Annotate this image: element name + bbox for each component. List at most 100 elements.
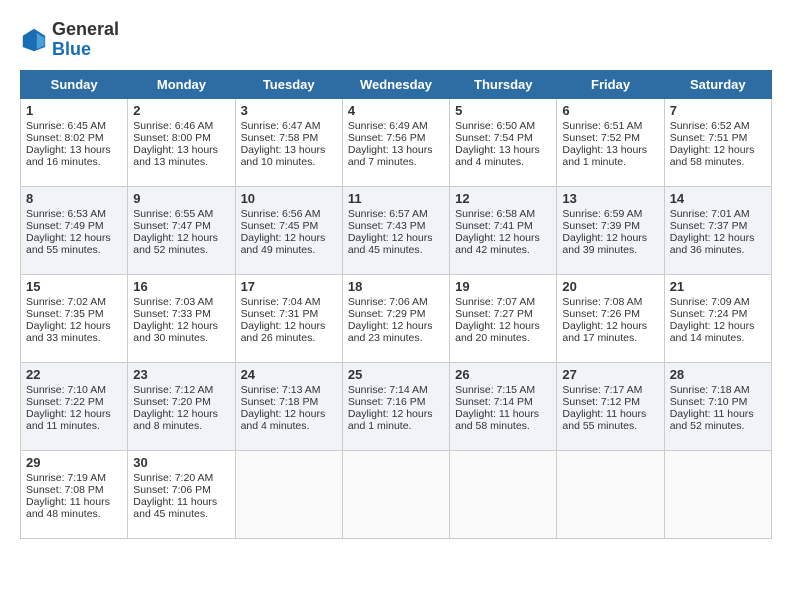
day-detail: Sunrise: 6:59 AM (562, 208, 658, 220)
day-detail: Daylight: 11 hours (26, 496, 122, 508)
day-detail: Sunrise: 6:46 AM (133, 120, 229, 132)
day-number: 25 (348, 367, 444, 382)
day-detail: Sunrise: 6:45 AM (26, 120, 122, 132)
day-detail: Daylight: 12 hours (241, 408, 337, 420)
calendar-week-row: 8Sunrise: 6:53 AMSunset: 7:49 PMDaylight… (21, 186, 772, 274)
day-detail: Sunrise: 7:20 AM (133, 472, 229, 484)
day-detail: and 8 minutes. (133, 420, 229, 432)
day-detail: Sunset: 7:39 PM (562, 220, 658, 232)
day-detail: Daylight: 12 hours (670, 144, 766, 156)
calendar-cell: 1Sunrise: 6:45 AMSunset: 8:02 PMDaylight… (21, 98, 128, 186)
day-detail: Sunrise: 7:15 AM (455, 384, 551, 396)
day-detail: Sunset: 7:41 PM (455, 220, 551, 232)
day-number: 16 (133, 279, 229, 294)
page-header: General Blue (20, 20, 772, 60)
day-detail: Daylight: 12 hours (348, 320, 444, 332)
day-detail: Sunrise: 7:09 AM (670, 296, 766, 308)
col-tuesday: Tuesday (235, 70, 342, 98)
day-detail: Sunset: 7:58 PM (241, 132, 337, 144)
col-monday: Monday (128, 70, 235, 98)
day-detail: and 4 minutes. (241, 420, 337, 432)
day-detail: Sunrise: 7:03 AM (133, 296, 229, 308)
day-detail: and 45 minutes. (133, 508, 229, 520)
day-detail: Daylight: 13 hours (562, 144, 658, 156)
day-detail: Sunset: 7:16 PM (348, 396, 444, 408)
day-detail: Sunrise: 6:56 AM (241, 208, 337, 220)
calendar-cell: 20Sunrise: 7:08 AMSunset: 7:26 PMDayligh… (557, 274, 664, 362)
calendar-cell: 13Sunrise: 6:59 AMSunset: 7:39 PMDayligh… (557, 186, 664, 274)
day-detail: Sunset: 7:45 PM (241, 220, 337, 232)
day-detail: Sunset: 7:35 PM (26, 308, 122, 320)
day-detail: and 49 minutes. (241, 244, 337, 256)
day-detail: Sunset: 7:31 PM (241, 308, 337, 320)
day-detail: and 36 minutes. (670, 244, 766, 256)
day-detail: and 52 minutes. (670, 420, 766, 432)
day-number: 23 (133, 367, 229, 382)
day-detail: Daylight: 12 hours (670, 232, 766, 244)
calendar-cell: 29Sunrise: 7:19 AMSunset: 7:08 PMDayligh… (21, 450, 128, 538)
day-number: 10 (241, 191, 337, 206)
day-number: 15 (26, 279, 122, 294)
calendar-cell: 14Sunrise: 7:01 AMSunset: 7:37 PMDayligh… (664, 186, 771, 274)
calendar-cell: 12Sunrise: 6:58 AMSunset: 7:41 PMDayligh… (450, 186, 557, 274)
day-detail: Daylight: 12 hours (133, 320, 229, 332)
day-detail: and 7 minutes. (348, 156, 444, 168)
calendar-cell: 28Sunrise: 7:18 AMSunset: 7:10 PMDayligh… (664, 362, 771, 450)
day-detail: Sunset: 7:54 PM (455, 132, 551, 144)
calendar-week-row: 15Sunrise: 7:02 AMSunset: 7:35 PMDayligh… (21, 274, 772, 362)
day-detail: and 1 minute. (348, 420, 444, 432)
day-detail: Sunrise: 6:58 AM (455, 208, 551, 220)
day-detail: and 23 minutes. (348, 332, 444, 344)
day-number: 22 (26, 367, 122, 382)
day-detail: Daylight: 12 hours (26, 408, 122, 420)
day-detail: and 11 minutes. (26, 420, 122, 432)
day-number: 4 (348, 103, 444, 118)
calendar-week-row: 22Sunrise: 7:10 AMSunset: 7:22 PMDayligh… (21, 362, 772, 450)
calendar-cell: 10Sunrise: 6:56 AMSunset: 7:45 PMDayligh… (235, 186, 342, 274)
logo-icon (20, 26, 48, 54)
day-detail: and 26 minutes. (241, 332, 337, 344)
day-detail: and 58 minutes. (455, 420, 551, 432)
day-detail: Daylight: 12 hours (348, 232, 444, 244)
day-detail: and 39 minutes. (562, 244, 658, 256)
day-detail: Daylight: 12 hours (241, 320, 337, 332)
day-detail: Daylight: 13 hours (455, 144, 551, 156)
day-number: 3 (241, 103, 337, 118)
day-detail: Sunrise: 7:06 AM (348, 296, 444, 308)
col-thursday: Thursday (450, 70, 557, 98)
day-detail: Sunset: 8:02 PM (26, 132, 122, 144)
calendar-cell: 6Sunrise: 6:51 AMSunset: 7:52 PMDaylight… (557, 98, 664, 186)
day-detail: Sunset: 7:52 PM (562, 132, 658, 144)
day-detail: and 55 minutes. (562, 420, 658, 432)
day-detail: Sunset: 7:14 PM (455, 396, 551, 408)
calendar-week-row: 1Sunrise: 6:45 AMSunset: 8:02 PMDaylight… (21, 98, 772, 186)
day-detail: Sunrise: 6:57 AM (348, 208, 444, 220)
day-detail: Sunset: 7:56 PM (348, 132, 444, 144)
day-detail: and 52 minutes. (133, 244, 229, 256)
day-number: 6 (562, 103, 658, 118)
calendar-cell: 5Sunrise: 6:50 AMSunset: 7:54 PMDaylight… (450, 98, 557, 186)
calendar-cell: 11Sunrise: 6:57 AMSunset: 7:43 PMDayligh… (342, 186, 449, 274)
day-detail: Sunset: 7:26 PM (562, 308, 658, 320)
day-detail: Daylight: 13 hours (348, 144, 444, 156)
logo: General Blue (20, 20, 119, 60)
day-detail: Daylight: 11 hours (455, 408, 551, 420)
day-detail: Sunrise: 7:02 AM (26, 296, 122, 308)
day-detail: Sunset: 7:20 PM (133, 396, 229, 408)
day-detail: Daylight: 12 hours (26, 320, 122, 332)
calendar-cell: 3Sunrise: 6:47 AMSunset: 7:58 PMDaylight… (235, 98, 342, 186)
day-number: 2 (133, 103, 229, 118)
day-detail: Sunrise: 7:01 AM (670, 208, 766, 220)
day-number: 14 (670, 191, 766, 206)
calendar-cell: 17Sunrise: 7:04 AMSunset: 7:31 PMDayligh… (235, 274, 342, 362)
calendar-cell: 16Sunrise: 7:03 AMSunset: 7:33 PMDayligh… (128, 274, 235, 362)
day-number: 7 (670, 103, 766, 118)
day-detail: and 45 minutes. (348, 244, 444, 256)
day-number: 28 (670, 367, 766, 382)
day-detail: Sunset: 7:08 PM (26, 484, 122, 496)
col-friday: Friday (557, 70, 664, 98)
day-detail: and 10 minutes. (241, 156, 337, 168)
day-detail: Sunset: 7:47 PM (133, 220, 229, 232)
day-detail: and 58 minutes. (670, 156, 766, 168)
day-detail: Daylight: 12 hours (562, 232, 658, 244)
